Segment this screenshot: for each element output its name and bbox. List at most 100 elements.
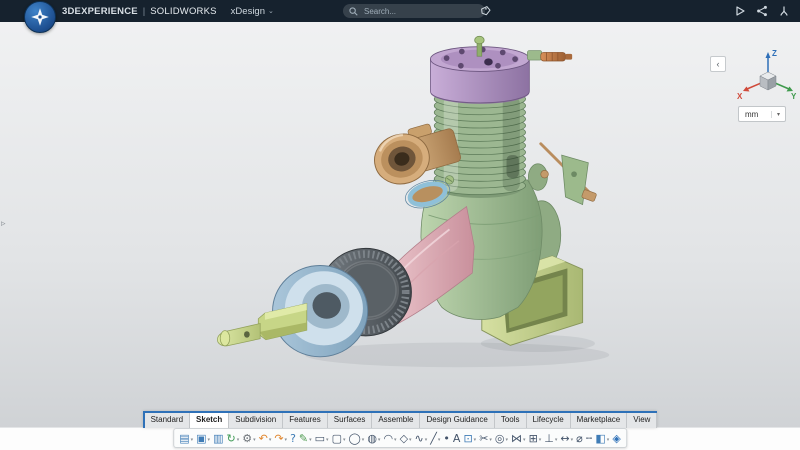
chevron-down-icon: ▾ xyxy=(607,434,610,446)
tab-view[interactable]: View xyxy=(627,413,657,428)
chevron-down-icon: ▾ xyxy=(555,434,558,446)
left-panel-expand-button[interactable]: ▹ xyxy=(0,216,7,231)
share-icon[interactable] xyxy=(756,5,768,17)
redo-icon[interactable]: ↷▾ xyxy=(273,430,288,446)
axis-y-label: Y xyxy=(791,92,797,101)
cylinder-head[interactable] xyxy=(430,36,529,104)
fuel-nipple[interactable] xyxy=(527,51,572,61)
chevron-down-icon: ▾ xyxy=(362,434,365,446)
slot-tool-icon[interactable]: ▢▾ xyxy=(331,430,347,446)
help-icon[interactable]: ? xyxy=(289,430,297,446)
brand: 3DEXPERIENCE | SOLIDWORKS xDesign ⌄ xyxy=(62,0,274,22)
axis-x-label: X xyxy=(737,92,743,101)
tag-icon[interactable] xyxy=(480,5,491,16)
tab-assemble[interactable]: Assemble xyxy=(372,413,420,428)
chevron-down-icon: ▾ xyxy=(571,434,574,446)
sync-icon[interactable]: ↻▾ xyxy=(225,430,240,446)
units-value: mm xyxy=(739,110,771,119)
tab-features[interactable]: Features xyxy=(283,413,328,428)
tab-surfaces[interactable]: Surfaces xyxy=(328,413,373,428)
tab-marketplace[interactable]: Marketplace xyxy=(571,413,628,428)
tab-tools[interactable]: Tools xyxy=(495,413,527,428)
chevron-down-icon: ▾ xyxy=(539,434,542,446)
chevron-down-icon: ▾ xyxy=(438,434,441,446)
open-folder-icon[interactable]: ▥ xyxy=(212,430,224,446)
tab-lifecycle[interactable]: Lifecycle xyxy=(527,413,571,428)
construction-icon[interactable]: ╌ xyxy=(585,430,594,446)
text-tool-icon[interactable]: A xyxy=(452,430,462,446)
triad-collapse-button[interactable]: ‹ xyxy=(710,56,726,72)
chevron-down-icon: ▾ xyxy=(474,434,477,446)
line-tool-icon[interactable]: ╱▾ xyxy=(429,430,441,446)
chevron-down-icon: ▾ xyxy=(285,434,288,446)
circle-tool-icon[interactable]: ◯▾ xyxy=(347,430,365,446)
search-bar[interactable] xyxy=(343,4,485,18)
chevron-down-icon: ▾ xyxy=(425,434,428,446)
brand-solidworks: SOLIDWORKS xyxy=(150,6,216,17)
view-orientation-icon[interactable]: ◧▾ xyxy=(594,430,610,446)
sketch-icon[interactable]: ✎▾ xyxy=(298,430,313,446)
chevron-down-icon: ▾ xyxy=(309,434,312,446)
chevron-down-icon: ⌄ xyxy=(268,7,274,15)
pattern-tool-icon[interactable]: ⊞▾ xyxy=(528,430,543,446)
axis-z-label: Z xyxy=(772,49,777,58)
tab-subdivision[interactable]: Subdivision xyxy=(229,413,283,428)
engine-model[interactable] xyxy=(0,22,800,450)
measure-icon[interactable]: ⌀ xyxy=(575,430,584,446)
tab-design-guidance[interactable]: Design Guidance xyxy=(420,413,494,428)
play-icon[interactable] xyxy=(734,5,746,17)
chevron-down-icon: ▾ xyxy=(326,434,329,446)
save-icon[interactable]: ▣▾ xyxy=(195,430,211,446)
tab-sketch[interactable]: Sketch xyxy=(190,413,229,428)
spline-tool-icon[interactable]: ∿▾ xyxy=(414,430,429,446)
project-entities-icon[interactable]: ⊡▾ xyxy=(462,430,477,446)
chevron-down-icon: ▾ xyxy=(191,434,194,446)
chevron-down-icon: ▾ xyxy=(208,434,211,446)
chevron-down-icon: ▾ xyxy=(489,434,492,446)
dimension-icon[interactable]: ↔▾ xyxy=(559,430,574,446)
chevron-down-icon: ▾ xyxy=(506,434,509,446)
top-bar: 3DEXPERIENCE | SOLIDWORKS xDesign ⌄ xyxy=(0,0,800,22)
chevron-down-icon: ▾ xyxy=(771,111,785,118)
settings-icon[interactable]: ⚙▾ xyxy=(241,430,256,446)
app-name: xDesign xyxy=(231,6,265,17)
polygon-tool-icon[interactable]: ◇▾ xyxy=(399,430,413,446)
chevron-down-icon: ▾ xyxy=(269,434,272,446)
units-dropdown[interactable]: mm ▾ xyxy=(738,106,786,122)
throttle-linkage[interactable] xyxy=(541,144,597,205)
brand-3d: 3D xyxy=(62,6,75,17)
ellipse-tool-icon[interactable]: ◍▾ xyxy=(366,430,381,446)
point-tool-icon[interactable]: • xyxy=(442,430,451,446)
brand-divider: | xyxy=(143,6,145,17)
ribbon-tab-row: StandardSketchSubdivisionFeaturesSurface… xyxy=(143,411,658,428)
mirror-tool-icon[interactable]: ⋈▾ xyxy=(510,430,527,446)
3dexperience-compass-logo[interactable] xyxy=(24,1,56,33)
paste-icon[interactable]: ▤▾ xyxy=(178,430,194,446)
view-triad[interactable]: Z Y X xyxy=(734,44,798,108)
branch-icon[interactable] xyxy=(778,5,790,17)
chevron-down-icon: ▾ xyxy=(523,434,526,446)
search-input[interactable] xyxy=(362,6,479,17)
chevron-down-icon: ▾ xyxy=(237,434,240,446)
action-bar: StandardSketchSubdivisionFeaturesSurface… xyxy=(0,411,800,428)
ribbon-toolbar: ▤▾▣▾▥↻▾⚙▾↶▾↷▾?✎▾▭▾▢▾◯▾◍▾◠▾◇▾∿▾╱▾•A⊡▾✂▾◎▾… xyxy=(173,428,627,448)
offset-tool-icon[interactable]: ◎▾ xyxy=(494,430,509,446)
constraint-icon[interactable]: ⊥▾ xyxy=(543,430,558,446)
panel-icon[interactable]: ◈ xyxy=(611,430,621,446)
trim-tool-icon[interactable]: ✂▾ xyxy=(478,430,493,446)
search-icon xyxy=(349,7,358,16)
chevron-down-icon: ▾ xyxy=(253,434,256,446)
chevron-down-icon: ▾ xyxy=(378,434,381,446)
brand-experience: EXPERIENCE xyxy=(75,6,138,17)
undo-icon[interactable]: ↶▾ xyxy=(258,430,273,446)
rectangle-tool-icon[interactable]: ▭▾ xyxy=(314,430,330,446)
arc-tool-icon[interactable]: ◠▾ xyxy=(382,430,397,446)
compass-icon xyxy=(29,6,51,28)
chevron-down-icon: ▾ xyxy=(394,434,397,446)
app-switcher[interactable]: xDesign ⌄ xyxy=(231,6,274,17)
chevron-down-icon: ▾ xyxy=(343,434,346,446)
tab-standard[interactable]: Standard xyxy=(143,413,190,428)
model-viewport[interactable]: Z Y X ‹ mm ▾ ▹ xyxy=(0,22,800,450)
chevron-down-icon: ▾ xyxy=(409,434,412,446)
topbar-right-icons xyxy=(734,0,790,22)
